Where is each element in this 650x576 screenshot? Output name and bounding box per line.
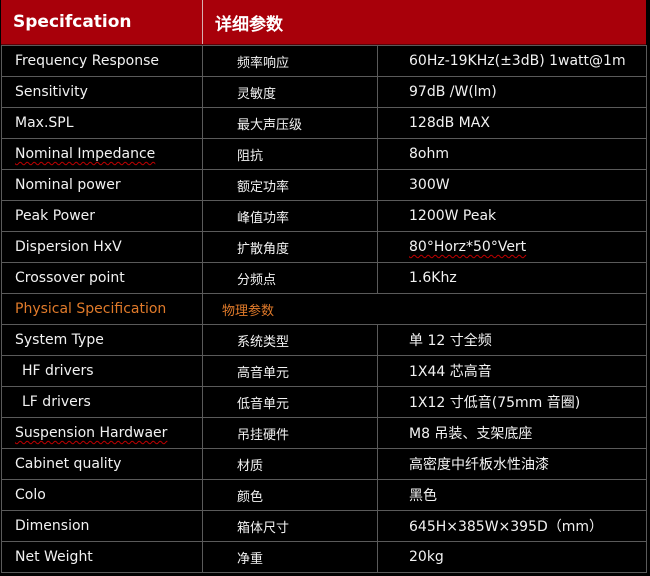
row-value: 黑色 — [377, 479, 647, 511]
row-label-en: System Type — [1, 324, 203, 356]
row-label-en: Net Weight — [1, 541, 203, 573]
row-value: 645H×385W×395D（mm） — [377, 510, 647, 542]
header-details: 详细参数 — [215, 14, 283, 35]
row-label-cn: 高音单元 — [202, 355, 378, 387]
spec-sheet: Specifcation 详细参数 Frequency Response 频率响… — [0, 0, 650, 576]
row-label-en: HF drivers — [1, 355, 203, 387]
row-label-cn: 箱体尺寸 — [202, 510, 378, 542]
row-value: 8ohm — [377, 138, 647, 170]
row-label-en: Peak Power — [1, 200, 203, 232]
row-label-en: Suspension Hardwaer — [1, 417, 203, 449]
table-row: Nominal Impedance 阻抗 8ohm — [1, 138, 647, 170]
spec-table: Frequency Response 频率响应 60Hz-19KHz(±3dB)… — [1, 45, 647, 573]
row-value: 1X12 寸低音(75mm 音圈) — [377, 386, 647, 418]
row-value: 60Hz-19KHz(±3dB) 1watt@1m — [377, 45, 647, 77]
table-header: Specifcation 详细参数 — [1, 0, 646, 45]
table-row: Suspension Hardwaer 吊挂硬件 M8 吊装、支架底座 — [1, 417, 647, 449]
row-label-en: LF drivers — [1, 386, 203, 418]
row-label-cn: 最大声压级 — [202, 107, 378, 139]
row-label-en: Nominal power — [1, 169, 203, 201]
table-row: Sensitivity 灵敏度 97dB /W(lm) — [1, 76, 647, 108]
row-value: 300W — [377, 169, 647, 201]
row-value: M8 吊装、支架底座 — [377, 417, 647, 449]
row-label-en: Max.SPL — [1, 107, 203, 139]
row-label-text: Nominal Impedance — [15, 146, 156, 162]
section-label-cn: 物理参数 — [202, 293, 647, 325]
row-value: 1X44 芯高音 — [377, 355, 647, 387]
row-label-en: Sensitivity — [1, 76, 203, 108]
row-label-cn: 分频点 — [202, 262, 378, 294]
table-row: HF drivers 高音单元 1X44 芯高音 — [1, 355, 647, 387]
table-row: Colo 颜色 黑色 — [1, 479, 647, 511]
row-value: 20kg — [377, 541, 647, 573]
row-label-en: Crossover point — [1, 262, 203, 294]
row-value: 高密度中纤板水性油漆 — [377, 448, 647, 480]
table-row: Dimension 箱体尺寸 645H×385W×395D（mm） — [1, 510, 647, 542]
section-label-en: Physical Specification — [1, 293, 203, 325]
row-label-en: Colo — [1, 479, 203, 511]
table-row: Max.SPL 最大声压级 128dB MAX — [1, 107, 647, 139]
table-row: System Type 系统类型 单 12 寸全频 — [1, 324, 647, 356]
section-row-physical: Physical Specification 物理参数 — [1, 293, 647, 325]
row-label-en: Cabinet quality — [1, 448, 203, 480]
row-value: 128dB MAX — [377, 107, 647, 139]
row-label-cn: 颜色 — [202, 479, 378, 511]
row-label-cn: 扩散角度 — [202, 231, 378, 263]
row-label-text: Suspension Hardwaer — [15, 425, 168, 441]
row-value: 1200W Peak — [377, 200, 647, 232]
row-label-cn: 灵敏度 — [202, 76, 378, 108]
row-value: 80°Horz*50°Vert — [377, 231, 647, 263]
row-label-cn: 材质 — [202, 448, 378, 480]
table-row: Dispersion HxV 扩散角度 80°Horz*50°Vert — [1, 231, 647, 263]
row-label-en: Frequency Response — [1, 45, 203, 77]
row-label-en: Dispersion HxV — [1, 231, 203, 263]
row-label-cn: 峰值功率 — [202, 200, 378, 232]
row-value: 97dB /W(lm) — [377, 76, 647, 108]
row-label-cn: 吊挂硬件 — [202, 417, 378, 449]
table-row: Nominal power 额定功率 300W — [1, 169, 647, 201]
row-value: 1.6Khz — [377, 262, 647, 294]
row-label-en: Nominal Impedance — [1, 138, 203, 170]
row-label-cn: 额定功率 — [202, 169, 378, 201]
table-row: LF drivers 低音单元 1X12 寸低音(75mm 音圈) — [1, 386, 647, 418]
row-label-cn: 低音单元 — [202, 386, 378, 418]
row-label-cn: 系统类型 — [202, 324, 378, 356]
row-label-en: Dimension — [1, 510, 203, 542]
row-label-cn: 频率响应 — [202, 45, 378, 77]
row-label-cn: 净重 — [202, 541, 378, 573]
table-row: Crossover point 分频点 1.6Khz — [1, 262, 647, 294]
row-value: 单 12 寸全频 — [377, 324, 647, 356]
table-row: Frequency Response 频率响应 60Hz-19KHz(±3dB)… — [1, 45, 647, 77]
row-value-text: 80°Horz*50°Vert — [409, 239, 527, 255]
row-label-cn: 阻抗 — [202, 138, 378, 170]
table-row: Cabinet quality 材质 高密度中纤板水性油漆 — [1, 448, 647, 480]
header-specification: Specifcation — [1, 0, 203, 44]
table-row: Net Weight 净重 20kg — [1, 541, 647, 573]
table-row: Peak Power 峰值功率 1200W Peak — [1, 200, 647, 232]
